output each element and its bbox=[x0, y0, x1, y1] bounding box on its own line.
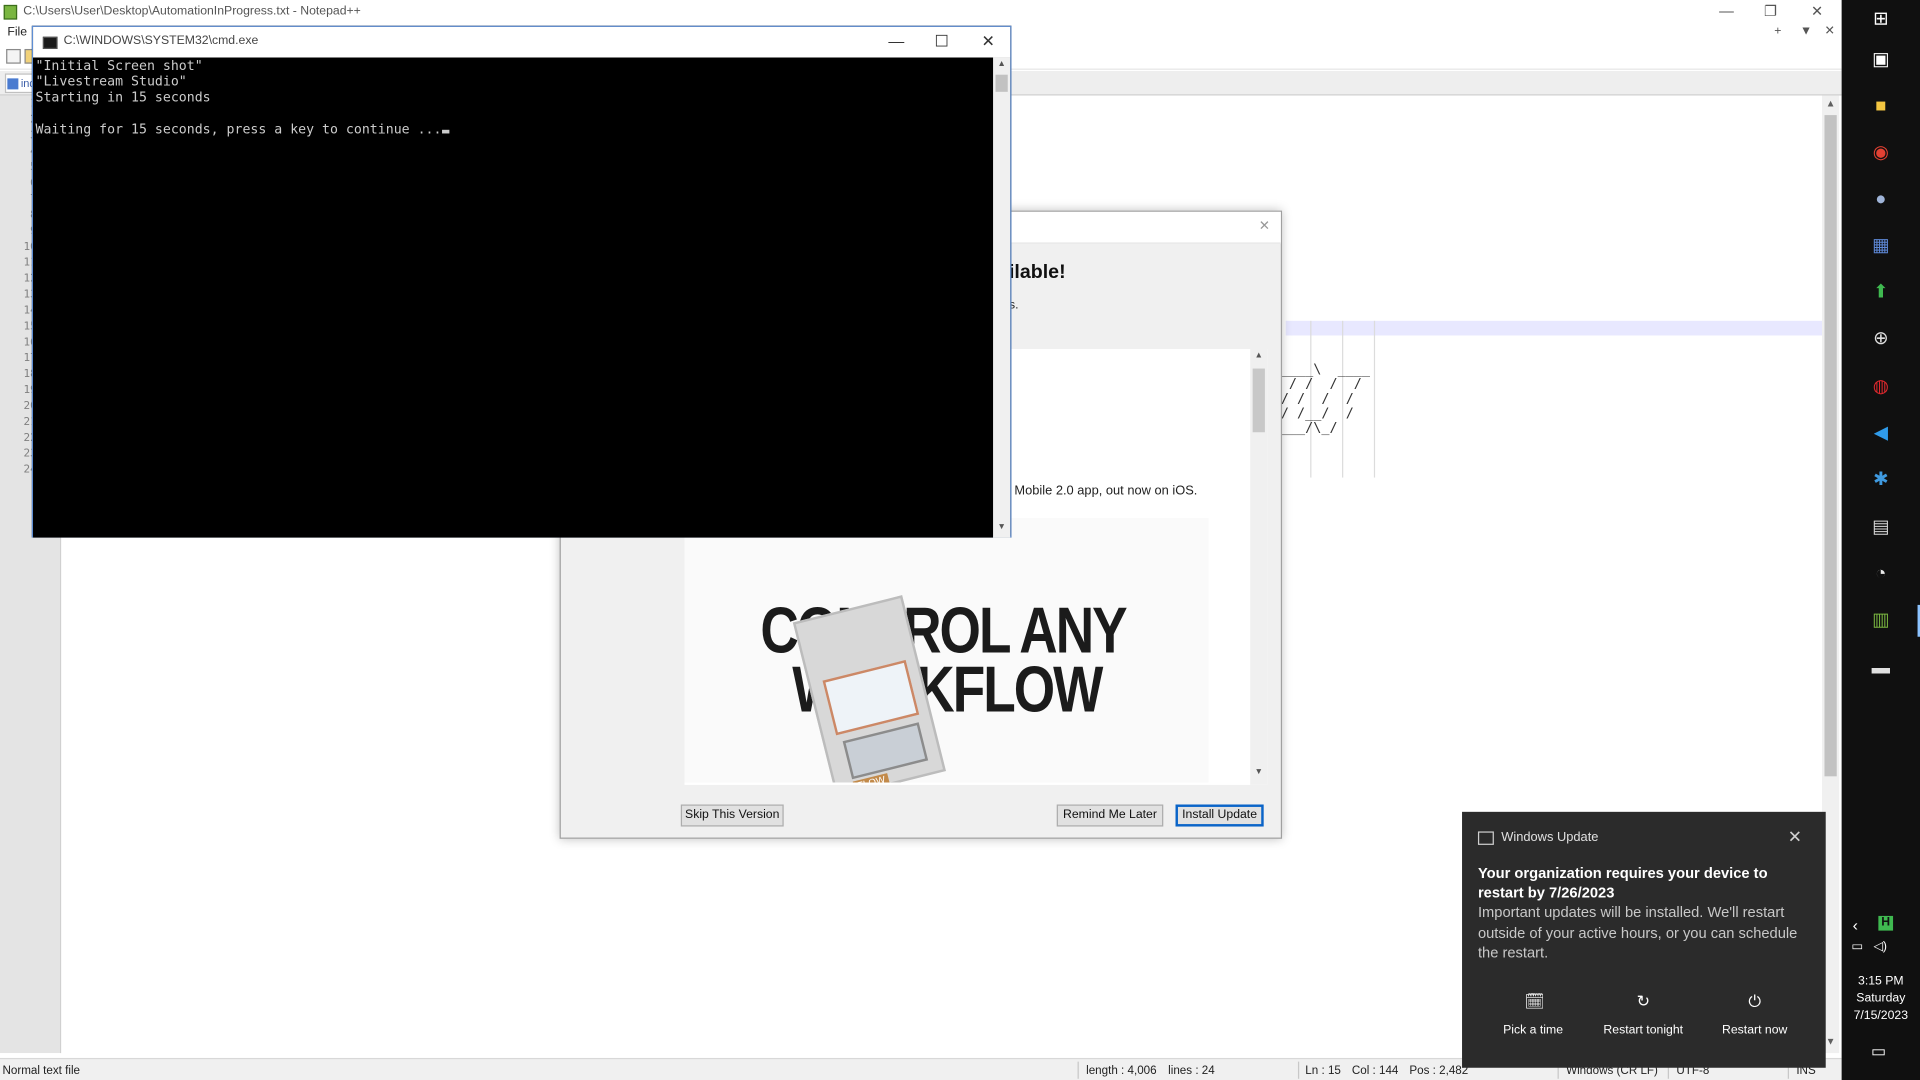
chrome-icon[interactable]: ◉ bbox=[1869, 141, 1893, 165]
status-file-type: Normal text file bbox=[2, 1064, 81, 1078]
windows-update-notification[interactable]: Windows Update ✕ Your organization requi… bbox=[1462, 811, 1826, 1068]
remind-later-button[interactable]: Remind Me Later bbox=[1056, 804, 1164, 827]
show-hidden-icons-chevron-icon[interactable]: ‹ bbox=[1853, 916, 1858, 934]
current-line-highlight bbox=[1285, 320, 1823, 336]
cmd-window: C:\WINDOWS\SYSTEM32\cmd.exe — ☐ ✕ "Initi… bbox=[31, 25, 1012, 538]
scroll-up-icon[interactable]: ▲ bbox=[1823, 98, 1838, 113]
calendar-icon: 🗓 bbox=[1524, 991, 1545, 1011]
promo-banner-image: CONTROL ANY WORKFLOW FLOW bbox=[684, 517, 1209, 783]
notification-app-name: Windows Update bbox=[1501, 830, 1599, 845]
scroll-up-icon[interactable]: ▲ bbox=[1251, 351, 1266, 360]
close-icon[interactable]: ✕ bbox=[1259, 218, 1270, 234]
app-icon[interactable]: ● bbox=[1869, 187, 1893, 211]
text-cursor bbox=[441, 129, 449, 134]
task-view-icon[interactable]: ▣ bbox=[1869, 48, 1893, 72]
notification-body: Important updates will be installed. We'… bbox=[1477, 903, 1798, 962]
network-tray-icon[interactable]: ▭ bbox=[1851, 940, 1863, 953]
console-line: Waiting for 15 seconds, press a key to c… bbox=[36, 121, 994, 137]
tray-app-icon[interactable]: H bbox=[1878, 915, 1894, 931]
indent-guide bbox=[1373, 320, 1376, 478]
power-icon: ⏻ bbox=[1748, 991, 1761, 1011]
console-prompt-text: Waiting for 15 seconds, press a key to c… bbox=[35, 121, 442, 138]
restart-tonight-button[interactable]: ↻ Restart tonight bbox=[1587, 988, 1700, 1052]
notepadpp-window-title: C:\Users\User\Desktop\AutomationInProgre… bbox=[23, 4, 361, 19]
clock-time: 3:15 PM bbox=[1858, 974, 1904, 989]
ascii-art-text: ____\ ____ / / / / / / / / / /__/ / ___/… bbox=[1280, 361, 1371, 436]
action-label: Restart tonight bbox=[1603, 1023, 1684, 1038]
minimize-icon[interactable]: — bbox=[878, 31, 915, 53]
action-center-icon[interactable]: ▭ bbox=[1871, 1042, 1886, 1062]
upload-icon[interactable]: ⬆ bbox=[1869, 280, 1893, 304]
release-notes-text: ck Mobile 2.0 app, out now on iOS. bbox=[997, 483, 1198, 499]
scroll-down-icon[interactable]: ▼ bbox=[1251, 768, 1266, 777]
restore-icon[interactable]: ❐ bbox=[1749, 1, 1793, 23]
cmd-app-icon bbox=[42, 36, 58, 49]
network-icon[interactable]: ⊕ bbox=[1869, 327, 1893, 351]
scroll-down-icon[interactable]: ▼ bbox=[994, 523, 1009, 532]
pick-a-time-button[interactable]: 🗓 Pick a time bbox=[1477, 988, 1590, 1052]
taskbar-clock[interactable]: 3:15 PM Saturday 7/15/2023 bbox=[1842, 973, 1920, 1024]
app-red-icon[interactable]: ◍ bbox=[1869, 375, 1893, 399]
action-label: Pick a time bbox=[1503, 1023, 1564, 1038]
close-tab-icon[interactable]: ✕ bbox=[1824, 24, 1834, 37]
taskbar: ⊞ ▣ ■ ◉ ● ▦ ⬆ ⊕ ◍ ◀ ✱ ▤ ◔ ▥ ▬ ‹ H ▭ ◁) 3… bbox=[1841, 0, 1920, 1080]
clock-day: Saturday bbox=[1856, 991, 1906, 1006]
vscode-icon[interactable]: ◀ bbox=[1869, 421, 1893, 445]
minimize-icon[interactable]: — bbox=[1704, 1, 1748, 23]
volume-icon[interactable]: ◁) bbox=[1873, 940, 1887, 953]
desktop: C:\Users\User\Desktop\AutomationInProgre… bbox=[0, 0, 1920, 1080]
console-line: "Initial Screen shot" bbox=[35, 57, 203, 74]
new-tab-plus-icon[interactable]: + bbox=[1774, 24, 1781, 37]
console-line: "Livestream Studio" bbox=[35, 73, 187, 90]
clock-date: 7/15/2023 bbox=[1853, 1008, 1909, 1023]
status-pos: Pos : 2,482 bbox=[1409, 1064, 1469, 1078]
close-icon[interactable]: ✕ bbox=[970, 31, 1007, 53]
scroll-up-icon[interactable]: ▲ bbox=[994, 60, 1009, 69]
console-line: Starting in 15 seconds bbox=[35, 89, 211, 106]
close-icon[interactable]: ✕ bbox=[1795, 1, 1839, 23]
status-lines: lines : 24 bbox=[1168, 1064, 1215, 1078]
file-save-icon bbox=[7, 78, 19, 90]
terminal-icon[interactable]: ▬ bbox=[1869, 656, 1893, 680]
clock-icon[interactable]: ◔ bbox=[1869, 562, 1893, 586]
new-file-icon[interactable] bbox=[6, 48, 21, 64]
device-screen bbox=[822, 659, 920, 736]
close-icon[interactable]: ✕ bbox=[1788, 827, 1802, 848]
notification-title: Your organization requires your device t… bbox=[1477, 864, 1768, 902]
calculator-icon[interactable]: ▦ bbox=[1869, 234, 1893, 258]
tab-list-dropdown-icon[interactable]: ▼ bbox=[1800, 24, 1812, 37]
console-output[interactable]: "Initial Screen shot" "Livestream Studio"… bbox=[33, 57, 994, 538]
restart-now-button[interactable]: ⏻ Restart now bbox=[1698, 988, 1811, 1052]
windows-update-app-icon bbox=[1477, 831, 1494, 845]
restart-icon: ↻ bbox=[1636, 991, 1650, 1011]
action-label: Restart now bbox=[1722, 1023, 1788, 1038]
windows-start-icon[interactable]: ⊞ bbox=[1869, 7, 1893, 31]
status-separator bbox=[1297, 1061, 1300, 1079]
scrollbar-thumb[interactable] bbox=[1824, 115, 1837, 777]
menu-file[interactable]: File bbox=[7, 26, 27, 39]
scrollbar-thumb[interactable] bbox=[995, 74, 1008, 92]
install-update-button[interactable]: Install Update bbox=[1175, 804, 1264, 827]
device-panel bbox=[842, 722, 929, 780]
document-icon[interactable]: ▤ bbox=[1869, 516, 1893, 540]
cmd-scrollbar[interactable]: ▲ ▼ bbox=[993, 57, 1011, 538]
cmd-titlebar[interactable]: C:\WINDOWS\SYSTEM32\cmd.exe — ☐ ✕ bbox=[33, 26, 1011, 58]
spreadsheet-icon[interactable]: ▥ bbox=[1869, 609, 1893, 633]
notepadpp-titlebar[interactable]: C:\Users\User\Desktop\AutomationInProgre… bbox=[0, 0, 1842, 25]
maximize-icon[interactable]: ☐ bbox=[923, 31, 960, 53]
status-col: Col : 144 bbox=[1351, 1064, 1399, 1078]
status-length: length : 4,006 bbox=[1086, 1064, 1157, 1078]
file-explorer-icon[interactable]: ■ bbox=[1869, 94, 1893, 118]
status-ln: Ln : 15 bbox=[1305, 1064, 1341, 1078]
notepadpp-app-icon bbox=[3, 4, 18, 20]
skip-version-button[interactable]: Skip This Version bbox=[680, 804, 784, 827]
status-separator bbox=[1077, 1061, 1079, 1079]
cmd-window-title: C:\WINDOWS\SYSTEM32\cmd.exe bbox=[63, 34, 259, 48]
update-heading: ilable! bbox=[1008, 262, 1066, 283]
scrollbar-thumb[interactable] bbox=[1252, 368, 1265, 433]
settings-icon[interactable]: ✱ bbox=[1869, 468, 1893, 492]
release-notes-scrollbar[interactable]: ▲ ▼ bbox=[1250, 348, 1268, 785]
